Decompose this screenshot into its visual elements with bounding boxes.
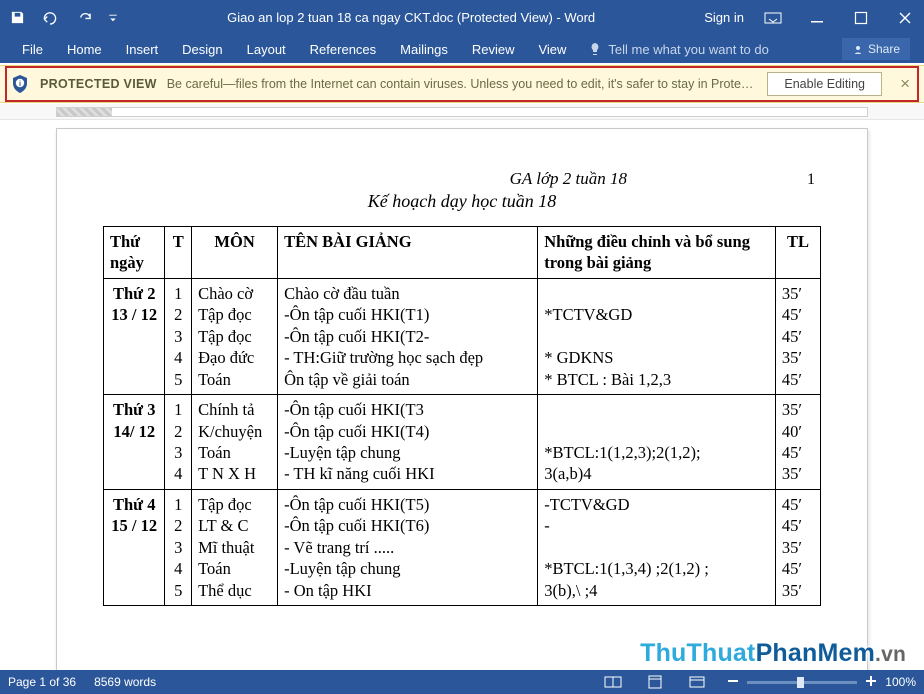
protected-view-title: PROTECTED VIEW	[40, 77, 157, 91]
redo-icon[interactable]	[77, 10, 92, 25]
document-title: Giao an lop 2 tuan 18 ca ngay CKT.doc (P…	[118, 10, 704, 25]
protected-view-close-icon[interactable]: ×	[892, 74, 910, 94]
table-row: Thứ 314/ 12 1234 Chính tảK/chuyện ToánT …	[104, 395, 821, 490]
zoom-controls: 100%	[727, 675, 916, 690]
zoom-in-icon[interactable]	[865, 675, 877, 690]
titlebar: Giao an lop 2 tuan 18 ca ngay CKT.doc (P…	[0, 0, 924, 35]
tab-home[interactable]: Home	[55, 35, 114, 63]
table-cell: Thứ 314/ 12	[104, 395, 165, 490]
status-word-count[interactable]: 8569 words	[94, 675, 156, 689]
maximize-icon[interactable]	[846, 3, 876, 33]
minimize-icon[interactable]	[802, 3, 832, 33]
quick-access-toolbar	[10, 10, 118, 25]
print-layout-icon[interactable]	[643, 672, 667, 692]
page-header: GA lớp 2 tuần 18 1	[103, 169, 821, 189]
table-header-cell: T	[165, 227, 192, 279]
table-cell: 35ʹ40ʹ45ʹ35ʹ	[775, 395, 820, 490]
titlebar-right: Sign in	[704, 3, 920, 33]
table-header-cell: TÊN BÀI GIẢNG	[278, 227, 538, 279]
tab-insert[interactable]: Insert	[114, 35, 171, 63]
lesson-plan-title: Kế hoạch dạy học tuần 18	[103, 191, 821, 212]
table-header-cell: MÔN	[192, 227, 278, 279]
svg-text:i: i	[19, 81, 21, 88]
table-header-row: Thứ ngày T MÔN TÊN BÀI GIẢNG Những điều …	[104, 227, 821, 279]
tab-file[interactable]: File	[10, 35, 55, 63]
zoom-level[interactable]: 100%	[885, 675, 916, 689]
tab-review[interactable]: Review	[460, 35, 527, 63]
shield-icon: i	[10, 74, 30, 94]
status-page[interactable]: Page 1 of 36	[8, 675, 76, 689]
status-bar: Page 1 of 36 8569 words 100%	[0, 670, 924, 694]
document-page[interactable]: GA lớp 2 tuần 18 1 Kế hoạch dạy học tuần…	[56, 128, 868, 670]
table-cell: -Ôn tập cuối HKI(T3-Ôn tập cuối HKI(T4)-…	[278, 395, 538, 490]
table-cell: 12345	[165, 489, 192, 605]
table-cell: -Ôn tập cuối HKI(T5)-Ôn tập cuối HKI(T6)…	[278, 489, 538, 605]
table-cell: Thứ 213 / 12	[104, 278, 165, 394]
header-title: GA lớp 2 tuần 18	[510, 169, 627, 189]
undo-icon[interactable]	[41, 10, 61, 25]
protected-view-bar: i PROTECTED VIEW Be careful—files from t…	[0, 63, 924, 104]
table-cell: 45ʹ45ʹ35ʹ45ʹ35ʹ	[775, 489, 820, 605]
lesson-plan-table[interactable]: Thứ ngày T MÔN TÊN BÀI GIẢNG Những điều …	[103, 226, 821, 606]
share-label: Share	[868, 42, 900, 56]
table-header-cell: Thứ ngày	[104, 227, 165, 279]
table-cell: Chào cờ đầu tuần-Ôn tập cuối HKI(T1)-Ôn …	[278, 278, 538, 394]
table-header-cell: TL	[775, 227, 820, 279]
document-area: GA lớp 2 tuần 18 1 Kế hoạch dạy học tuần…	[0, 104, 924, 670]
table-cell: Chào cờTập đọcTập đọcĐạo đứcToán	[192, 278, 278, 394]
header-page-number: 1	[807, 171, 815, 189]
close-icon[interactable]	[890, 3, 920, 33]
table-cell: 1234	[165, 395, 192, 490]
table-cell: 35ʹ45ʹ45ʹ35ʹ45ʹ	[775, 278, 820, 394]
table-row: Thứ 213 / 12 12345 Chào cờTập đọcTập đọc…	[104, 278, 821, 394]
ribbon-tabs: File Home Insert Design Layout Reference…	[0, 35, 924, 63]
ribbon-options-icon[interactable]	[758, 3, 788, 33]
share-icon	[852, 43, 864, 55]
web-layout-icon[interactable]	[685, 672, 709, 692]
table-cell: 12345	[165, 278, 192, 394]
protected-view-message: Be careful—files from the Internet can c…	[167, 77, 758, 91]
horizontal-ruler[interactable]	[0, 104, 924, 120]
zoom-out-icon[interactable]	[727, 675, 739, 690]
table-header-cell: Những điều chỉnh và bổ sung trong bài gi…	[538, 227, 776, 279]
table-cell: *BTCL:1(1,2,3);2(1,2);3(a,b)4	[538, 395, 776, 490]
table-cell: Tập đọcLT & CMĩ thuậtToánThể dục	[192, 489, 278, 605]
read-mode-icon[interactable]	[601, 672, 625, 692]
tab-layout[interactable]: Layout	[235, 35, 298, 63]
enable-editing-button[interactable]: Enable Editing	[767, 72, 882, 96]
tab-mailings[interactable]: Mailings	[388, 35, 460, 63]
save-icon[interactable]	[10, 10, 25, 25]
table-cell: *TCTV&GD * GDKNS* BTCL : Bài 1,2,3	[538, 278, 776, 394]
tell-me-search[interactable]: Tell me what you want to do	[578, 42, 778, 57]
table-cell: Thứ 415 / 12	[104, 489, 165, 605]
tab-references[interactable]: References	[298, 35, 388, 63]
tell-me-label: Tell me what you want to do	[608, 42, 768, 57]
table-row: Thứ 415 / 12 12345 Tập đọcLT & CMĩ thuật…	[104, 489, 821, 605]
share-button[interactable]: Share	[842, 38, 910, 60]
table-cell: Chính tảK/chuyện ToánT N X H	[192, 395, 278, 490]
tab-design[interactable]: Design	[170, 35, 234, 63]
table-cell: -TCTV&GD-*BTCL:1(1,3,4) ;2(1,2) ;3(b),\ …	[538, 489, 776, 605]
qat-more-icon[interactable]	[108, 10, 118, 25]
tab-view[interactable]: View	[526, 35, 578, 63]
sign-in-link[interactable]: Sign in	[704, 10, 744, 25]
zoom-slider[interactable]	[747, 681, 857, 684]
lightbulb-icon	[588, 42, 602, 56]
